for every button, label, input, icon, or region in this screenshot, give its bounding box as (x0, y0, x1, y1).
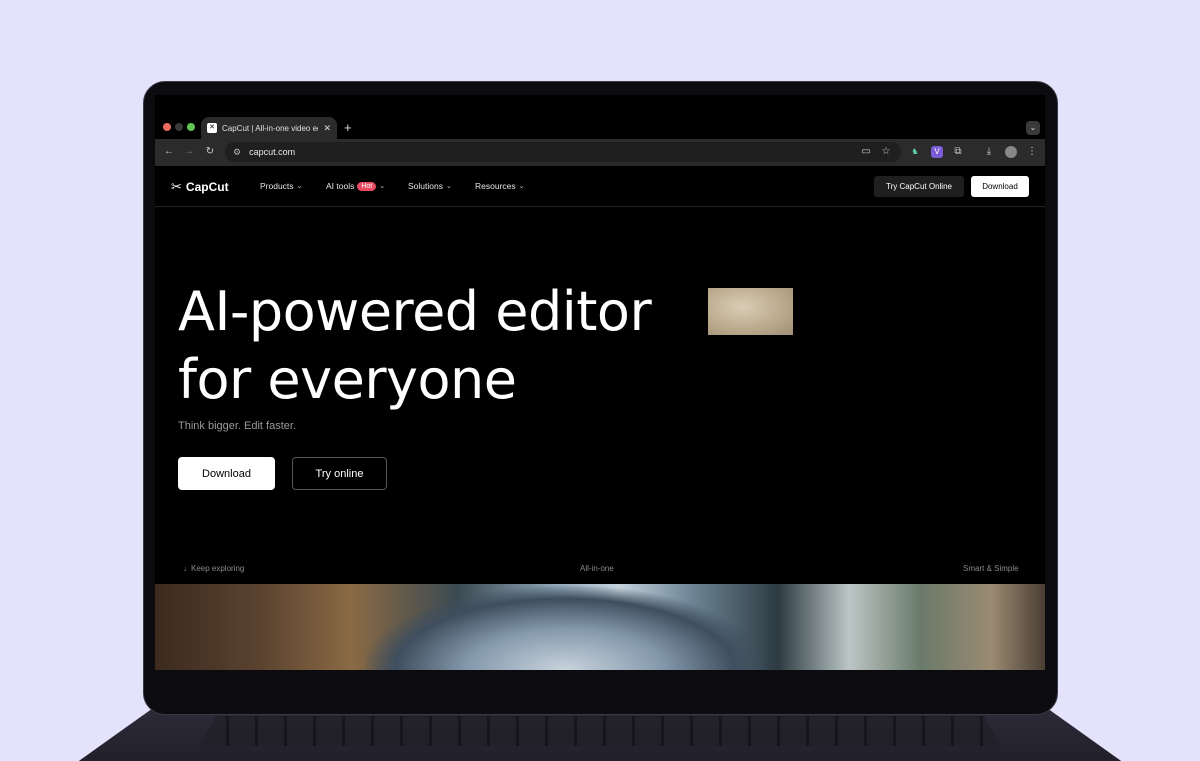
capcut-logo-icon: ✕ (207, 123, 217, 133)
site-header: ✂ CapCut Products ⌄ AI tools Hot ⌄ Solut… (155, 166, 1045, 207)
stage: ✕ CapCut | All-in-one video ed ✕ + ⌄ ← →… (0, 0, 1200, 761)
extension-b-icon[interactable]: V (931, 146, 943, 158)
website: ✂ CapCut Products ⌄ AI tools Hot ⌄ Solut… (155, 166, 1045, 670)
nav-download-button[interactable]: Download (971, 176, 1029, 197)
tab-search-chevron-icon[interactable]: ⌄ (1026, 121, 1040, 135)
nav-products-label: Products (260, 181, 294, 191)
capcut-logo-icon: ✂ (171, 179, 182, 194)
tab-title: CapCut | All-in-one video ed (222, 123, 319, 133)
keep-exploring-link[interactable]: ↓ Keep exploring (183, 564, 244, 573)
laptop-keyboard (200, 716, 1000, 746)
hero-tagline: Think bigger. Edit faster. (178, 420, 297, 432)
nav-products[interactable]: Products ⌄ (260, 181, 302, 191)
keep-exploring-label: Keep exploring (191, 564, 245, 573)
hero-download-button[interactable]: Download (178, 457, 275, 490)
download-icon[interactable]: ⤓ (982, 146, 996, 157)
smart-simple-label: Smart & Simple (963, 564, 1019, 573)
nav-ai-tools-label: AI tools (326, 181, 355, 191)
nav-resources[interactable]: Resources ⌄ (475, 181, 525, 191)
star-icon[interactable]: ☆ (879, 146, 893, 157)
close-tab-icon[interactable]: ✕ (323, 123, 331, 134)
address-bar[interactable]: ⚙ capcut.com ▭ ☆ (225, 142, 901, 162)
new-tab-button[interactable]: + (344, 120, 352, 135)
extension-a-icon[interactable]: ♞ (909, 146, 921, 158)
chevron-down-icon: ⌄ (518, 183, 525, 190)
browser-tabstrip: ✕ CapCut | All-in-one video ed ✕ + ⌄ (155, 95, 1045, 139)
hero-video-subject (365, 586, 765, 670)
logo-text: CapCut (185, 180, 229, 194)
back-icon[interactable]: ← (162, 146, 176, 157)
window-minimize-button[interactable] (175, 123, 183, 131)
forward-icon[interactable]: → (182, 146, 196, 157)
cast-icon[interactable]: ▭ (859, 146, 873, 157)
browser-toolbar: ← → ↻ ⚙ capcut.com ▭ ☆ ♞ V ⧉ ⤓ ⋮ (155, 139, 1045, 166)
browser-tab[interactable]: ✕ CapCut | All-in-one video ed ✕ (201, 117, 337, 139)
hero-thumbnail (708, 288, 793, 335)
window-zoom-button[interactable] (187, 123, 195, 131)
capcut-logo[interactable]: ✂ CapCut (171, 179, 229, 195)
nav-ai-tools[interactable]: AI tools Hot ⌄ (326, 181, 385, 191)
site-info-icon[interactable]: ⚙ (233, 147, 241, 158)
nav-solutions-label: Solutions (408, 181, 443, 191)
chevron-down-icon: ⌄ (445, 183, 452, 190)
url-text[interactable]: capcut.com (249, 147, 295, 157)
all-in-one-label: All-in-one (580, 564, 614, 573)
hero-title-line1: AI-powered editor (178, 280, 652, 343)
arrow-down-icon: ↓ (183, 564, 187, 573)
profile-icon[interactable] (1005, 146, 1017, 158)
chevron-down-icon: ⌄ (379, 183, 386, 190)
nav-resources-label: Resources (475, 181, 516, 191)
hot-badge: Hot (357, 181, 377, 191)
try-capcut-online-button[interactable]: Try CapCut Online (874, 176, 964, 197)
menu-icon[interactable]: ⋮ (1025, 146, 1039, 157)
nav-solutions[interactable]: Solutions ⌄ (408, 181, 452, 191)
reload-icon[interactable]: ↻ (203, 146, 217, 157)
chevron-down-icon: ⌄ (296, 183, 303, 190)
hero-try-online-button[interactable]: Try online (292, 457, 387, 490)
window-close-button[interactable] (163, 123, 171, 131)
extensions-icon[interactable]: ⧉ (951, 146, 965, 157)
hero-title-line2: for everyone (178, 348, 517, 411)
laptop-screen: ✕ CapCut | All-in-one video ed ✕ + ⌄ ← →… (155, 95, 1045, 670)
